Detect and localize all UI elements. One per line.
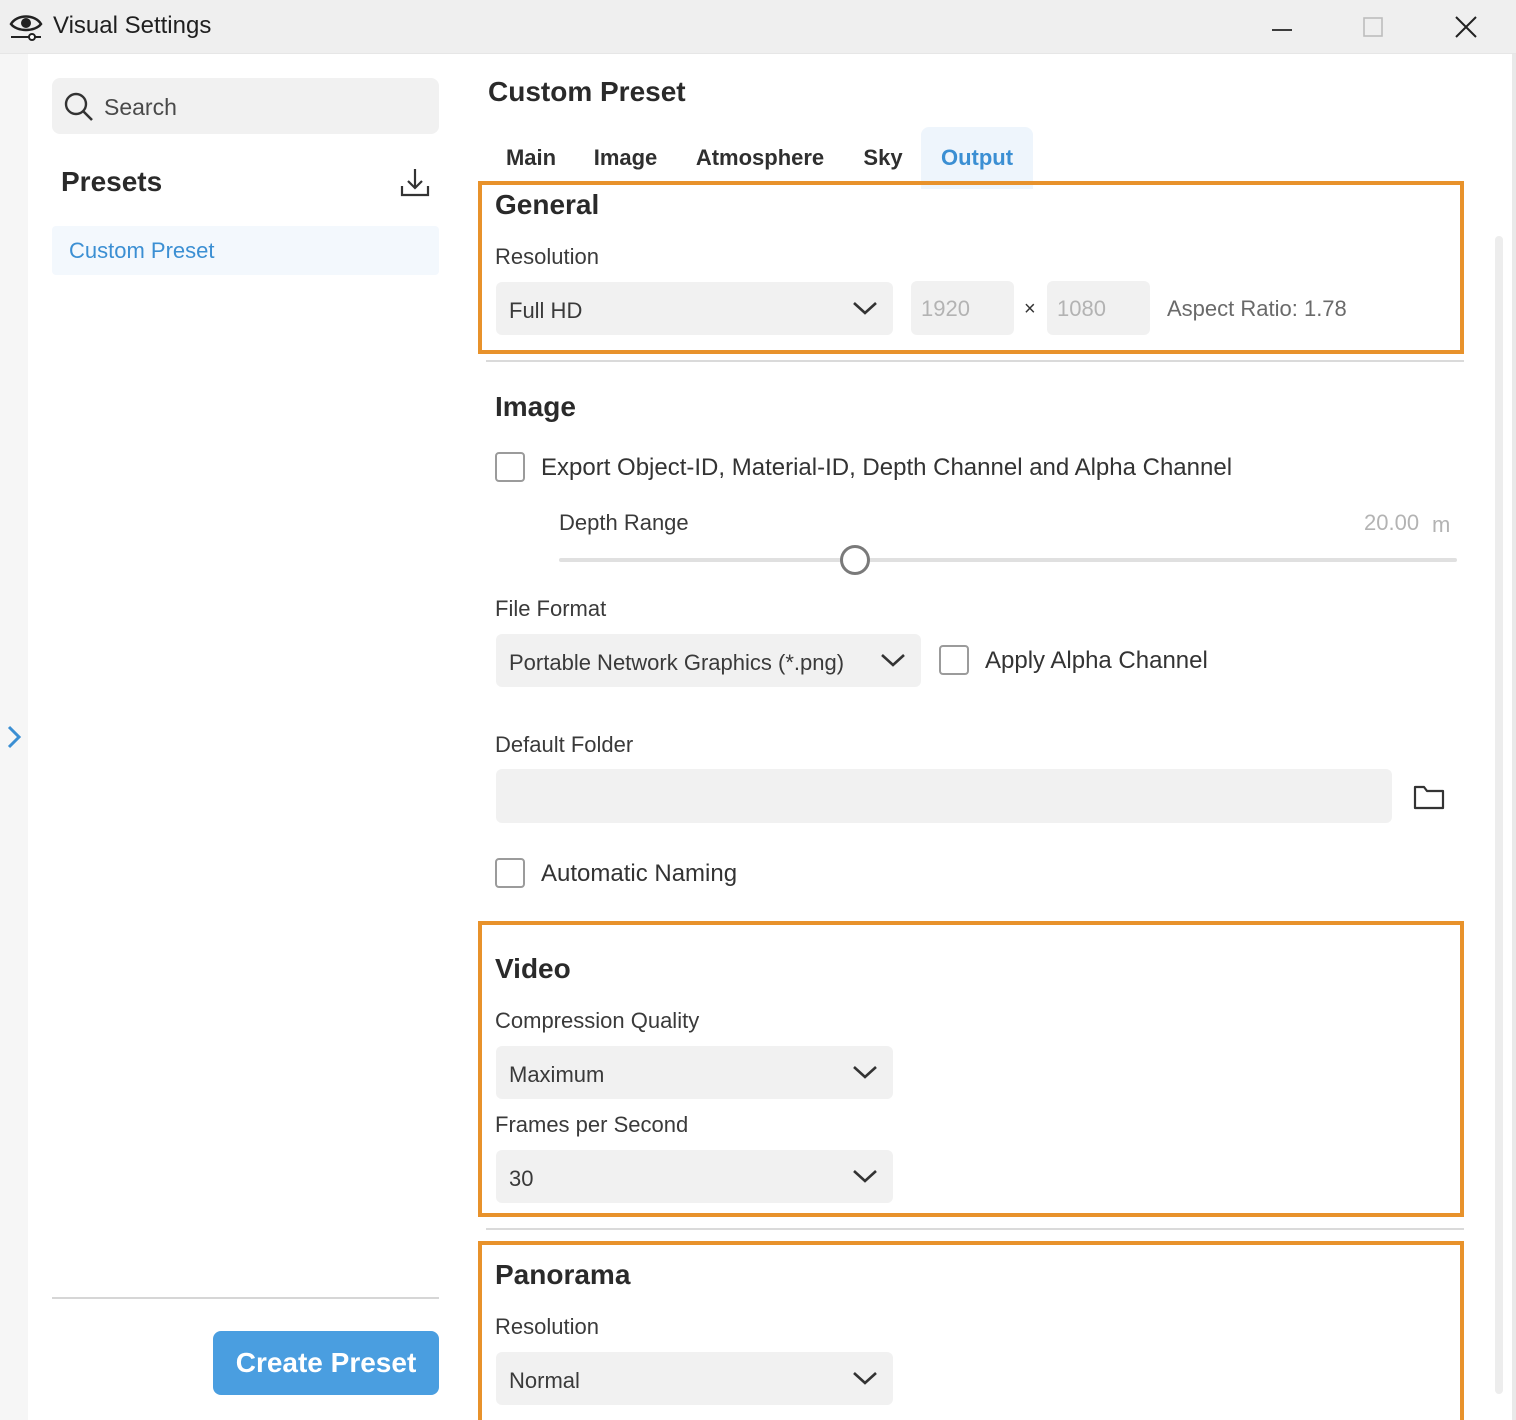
depth-range-label: Depth Range: [559, 510, 689, 535]
search-placeholder: Search: [104, 94, 177, 120]
chevron-right-icon[interactable]: [2, 722, 26, 752]
tab-image[interactable]: Image: [578, 127, 673, 189]
maximize-button[interactable]: [1327, 0, 1419, 54]
width-value: 1920: [921, 296, 970, 321]
maximize-icon: [1363, 17, 1383, 37]
tab-sky[interactable]: Sky: [846, 127, 920, 189]
page-title: Custom Preset: [488, 76, 686, 107]
close-icon: [1455, 16, 1477, 38]
tab-atmosphere[interactable]: Atmosphere: [680, 127, 840, 189]
image-heading: Image: [495, 391, 576, 422]
resolution-label: Resolution: [495, 244, 599, 269]
fps-value: 30: [509, 1166, 534, 1191]
compression-quality-label: Compression Quality: [495, 1008, 700, 1033]
section-divider: [486, 360, 1464, 362]
automatic-naming-label: Automatic Naming: [541, 860, 738, 887]
compression-quality-value: Maximum: [509, 1062, 605, 1087]
export-channels-checkbox[interactable]: [495, 452, 525, 482]
depth-range-unit: m: [1432, 512, 1451, 537]
general-heading: General: [495, 189, 600, 220]
search-icon: [64, 92, 93, 121]
video-heading: Video: [495, 953, 571, 984]
apply-alpha-label: Apply Alpha Channel: [985, 647, 1208, 674]
tab-output[interactable]: Output: [921, 127, 1033, 189]
depth-slider-thumb[interactable]: [840, 545, 871, 575]
resolution-value: Full HD: [509, 298, 583, 323]
chevron-down-icon: [881, 654, 905, 667]
times-sign: ×: [1024, 298, 1036, 320]
minimize-button[interactable]: [1236, 0, 1328, 54]
panorama-resolution-label: Resolution: [495, 1314, 599, 1339]
window-title: Visual Settings: [53, 12, 212, 39]
fps-dropdown[interactable]: [496, 1150, 893, 1203]
chevron-down-icon: [853, 1066, 877, 1079]
file-format-value: Portable Network Graphics (*.png): [509, 650, 845, 675]
tab-main[interactable]: Main: [488, 127, 574, 189]
aspect-ratio-text: Aspect Ratio: 1.78: [1167, 296, 1347, 321]
folder-icon[interactable]: [1412, 782, 1446, 812]
panorama-resolution-value: Normal: [509, 1368, 580, 1393]
apply-alpha-checkbox[interactable]: [939, 645, 969, 675]
section-divider: [486, 1228, 1464, 1230]
chevron-down-icon: [853, 1170, 877, 1183]
depth-range-value: 20.00: [1364, 510, 1420, 535]
minimize-icon: [1272, 29, 1292, 31]
presets-heading: Presets: [61, 166, 163, 197]
depth-slider-track[interactable]: [559, 558, 1457, 562]
chevron-down-icon: [853, 302, 877, 315]
right-edge: [1512, 54, 1516, 1420]
default-folder-input[interactable]: [496, 769, 1392, 823]
create-preset-button[interactable]: Create Preset: [213, 1331, 439, 1395]
close-button[interactable]: [1420, 0, 1512, 54]
automatic-naming-checkbox[interactable]: [495, 858, 525, 888]
fps-label: Frames per Second: [495, 1112, 689, 1137]
sidebar-divider: [52, 1297, 439, 1299]
panorama-heading: Panorama: [495, 1259, 631, 1290]
file-format-label: File Format: [495, 596, 607, 621]
height-value: 1080: [1057, 296, 1106, 321]
preset-item-label: Custom Preset: [69, 238, 215, 263]
default-folder-label: Default Folder: [495, 732, 634, 757]
export-channels-label: Export Object-ID, Material-ID, Depth Cha…: [541, 454, 1233, 481]
download-icon[interactable]: [398, 166, 432, 200]
vertical-scrollbar[interactable]: [1495, 236, 1503, 1394]
eye-icon: [9, 15, 43, 41]
chevron-down-icon: [853, 1372, 877, 1385]
